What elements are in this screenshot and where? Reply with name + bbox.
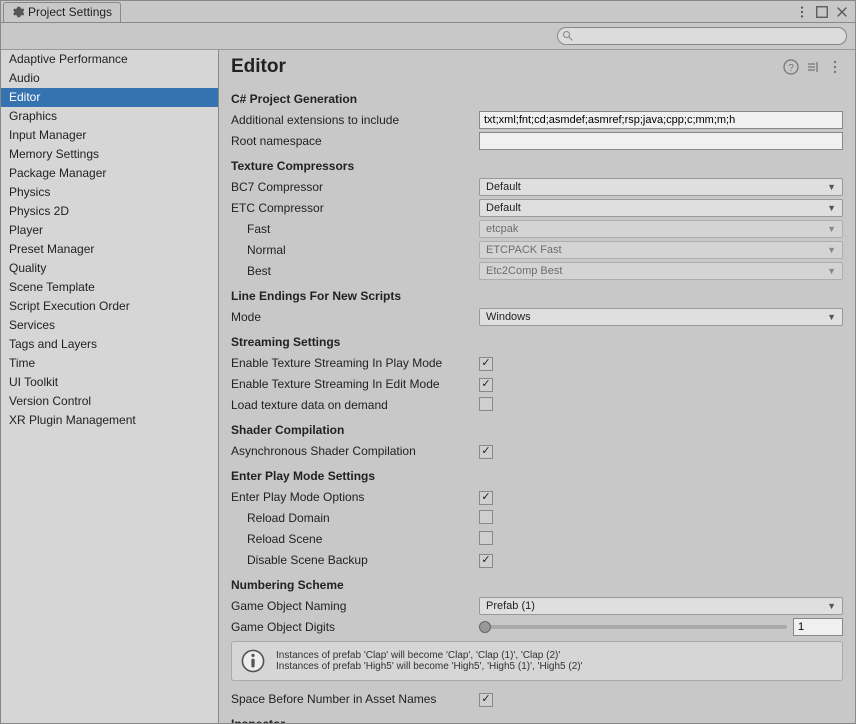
section-texcomp: Texture Compressors (231, 159, 843, 173)
label-playmode-opts: Enter Play Mode Options (231, 490, 479, 504)
label-bc7: BC7 Compressor (231, 180, 479, 194)
sidebar-item-physics-2d[interactable]: Physics 2D (1, 202, 218, 221)
dropdown-go-naming[interactable]: Prefab (1)▼ (479, 597, 843, 615)
sidebar-item-preset-manager[interactable]: Preset Manager (1, 240, 218, 259)
dropdown-lineend-mode[interactable]: Windows▼ (479, 308, 843, 326)
search-box (557, 27, 847, 45)
label-additional-ext: Additional extensions to include (231, 113, 479, 127)
label-reload-scene: Reload Scene (231, 532, 479, 546)
help-icon[interactable]: ? (783, 59, 799, 75)
search-icon (562, 30, 574, 42)
sidebar-item-script-execution-order[interactable]: Script Execution Order (1, 297, 218, 316)
kebab-menu-icon[interactable] (795, 5, 809, 19)
tab-label: Project Settings (28, 5, 112, 19)
label-etc-normal: Normal (231, 243, 479, 257)
gear-icon (12, 6, 24, 18)
checkbox-space-before-num[interactable] (479, 693, 493, 707)
section-csharp: C# Project Generation (231, 92, 843, 106)
checkbox-stream-edit[interactable] (479, 378, 493, 392)
close-icon[interactable] (835, 5, 849, 19)
titlebar: Project Settings (1, 1, 855, 23)
dropdown-etc-fast: etcpak▼ (479, 220, 843, 238)
search-input[interactable] (557, 27, 847, 45)
input-go-digits[interactable] (793, 618, 843, 636)
label-stream-demand: Load texture data on demand (231, 398, 479, 412)
sidebar-item-services[interactable]: Services (1, 316, 218, 335)
section-streaming: Streaming Settings (231, 335, 843, 349)
sidebar: Adaptive PerformanceAudioEditorGraphicsI… (1, 50, 219, 723)
checkbox-stream-demand[interactable] (479, 397, 493, 411)
sidebar-item-scene-template[interactable]: Scene Template (1, 278, 218, 297)
checkbox-disable-backup[interactable] (479, 554, 493, 568)
search-row (1, 23, 855, 50)
section-lineend: Line Endings For New Scripts (231, 289, 843, 303)
sidebar-item-memory-settings[interactable]: Memory Settings (1, 145, 218, 164)
info-line1: Instances of prefab 'Clap' will become '… (276, 650, 583, 661)
label-root-namespace: Root namespace (231, 134, 479, 148)
label-go-naming: Game Object Naming (231, 599, 479, 613)
menu-icon[interactable] (827, 59, 843, 75)
checkbox-reload-scene[interactable] (479, 531, 493, 545)
tab-project-settings[interactable]: Project Settings (3, 2, 121, 22)
project-settings-window: Project Settings Adaptive PerformanceAud… (0, 0, 856, 724)
section-shader: Shader Compilation (231, 423, 843, 437)
label-disable-backup: Disable Scene Backup (231, 553, 479, 567)
dropdown-etc-best: Etc2Comp Best▼ (479, 262, 843, 280)
slider-go-digits[interactable] (479, 625, 787, 629)
sidebar-item-audio[interactable]: Audio (1, 69, 218, 88)
label-async-shader: Asynchronous Shader Compilation (231, 444, 479, 458)
maximize-icon[interactable] (815, 5, 829, 19)
input-root-namespace[interactable] (479, 132, 843, 150)
label-etc-fast: Fast (231, 222, 479, 236)
preset-icon[interactable] (805, 59, 821, 75)
dropdown-etc-normal: ETCPACK Fast▼ (479, 241, 843, 259)
sidebar-item-ui-toolkit[interactable]: UI Toolkit (1, 373, 218, 392)
sidebar-item-adaptive-performance[interactable]: Adaptive Performance (1, 50, 218, 69)
content-scroll[interactable]: C# Project Generation Additional extensi… (219, 84, 855, 723)
label-go-digits: Game Object Digits (231, 620, 479, 634)
sidebar-item-xr-plugin-management[interactable]: XR Plugin Management (1, 411, 218, 430)
sidebar-item-input-manager[interactable]: Input Manager (1, 126, 218, 145)
sidebar-item-editor[interactable]: Editor (1, 88, 218, 107)
label-etc: ETC Compressor (231, 201, 479, 215)
label-stream-play: Enable Texture Streaming In Play Mode (231, 356, 479, 370)
info-icon (240, 648, 266, 674)
checkbox-reload-domain[interactable] (479, 510, 493, 524)
sidebar-item-quality[interactable]: Quality (1, 259, 218, 278)
label-lineend-mode: Mode (231, 310, 479, 324)
section-inspector: Inspector (231, 717, 843, 723)
sidebar-item-time[interactable]: Time (1, 354, 218, 373)
checkbox-stream-play[interactable] (479, 357, 493, 371)
sidebar-item-physics[interactable]: Physics (1, 183, 218, 202)
checkbox-async-shader[interactable] (479, 445, 493, 459)
sidebar-item-tags-and-layers[interactable]: Tags and Layers (1, 335, 218, 354)
label-stream-edit: Enable Texture Streaming In Edit Mode (231, 377, 479, 391)
sidebar-item-package-manager[interactable]: Package Manager (1, 164, 218, 183)
label-reload-domain: Reload Domain (231, 511, 479, 525)
sidebar-item-player[interactable]: Player (1, 221, 218, 240)
input-additional-ext[interactable] (479, 111, 843, 129)
label-space-before-num: Space Before Number in Asset Names (231, 692, 479, 706)
main-panel: Editor ? C# Project Generation Additiona… (219, 50, 855, 723)
label-etc-best: Best (231, 264, 479, 278)
svg-text:?: ? (788, 63, 794, 74)
dropdown-bc7[interactable]: Default▼ (479, 178, 843, 196)
checkbox-playmode-opts[interactable] (479, 491, 493, 505)
numbering-info-box: Instances of prefab 'Clap' will become '… (231, 641, 843, 681)
info-line2: Instances of prefab 'High5' will become … (276, 661, 583, 672)
section-numbering: Numbering Scheme (231, 578, 843, 592)
page-title: Editor (231, 56, 777, 78)
sidebar-item-version-control[interactable]: Version Control (1, 392, 218, 411)
dropdown-etc[interactable]: Default▼ (479, 199, 843, 217)
sidebar-item-graphics[interactable]: Graphics (1, 107, 218, 126)
section-playmode: Enter Play Mode Settings (231, 469, 843, 483)
